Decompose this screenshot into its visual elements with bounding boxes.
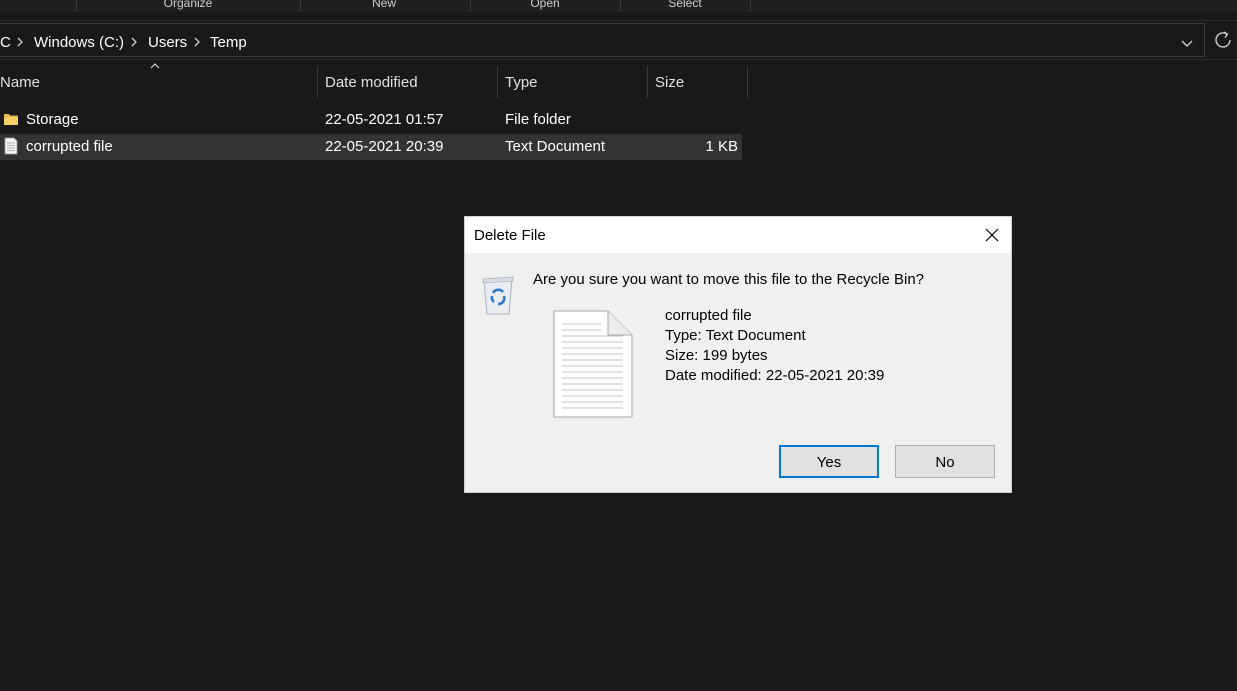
breadcrumb-this-pc[interactable]: C (0, 34, 11, 51)
chevron-right-icon[interactable] (192, 36, 202, 48)
ribbon-group-open: Open (530, 0, 560, 10)
ribbon-separator (750, 0, 751, 12)
ribbon-separator (620, 0, 621, 12)
column-header-name[interactable]: Name (0, 66, 317, 98)
ribbon-separator (470, 0, 471, 12)
dialog-titlebar[interactable]: Delete File (465, 217, 1011, 253)
dialog-question: Are you sure you want to move this file … (533, 271, 925, 288)
detail-date-modified: Date modified: 22-05-2021 20:39 (665, 367, 885, 384)
close-icon[interactable] (977, 223, 1007, 247)
column-header-size[interactable]: Size (648, 66, 747, 98)
yes-button[interactable]: Yes (779, 445, 879, 478)
chevron-right-icon[interactable] (129, 36, 139, 48)
no-button[interactable]: No (895, 445, 995, 478)
file-row[interactable]: Storage 22-05-2021 01:57 File folder (0, 107, 742, 133)
column-divider[interactable] (747, 66, 748, 98)
file-type: File folder (505, 111, 571, 128)
ribbon-group-new: New (371, 0, 396, 10)
column-header-name-label: Name (0, 74, 41, 91)
ribbon-separator (300, 0, 301, 12)
address-bar: C Windows (C:) Users Temp (0, 20, 1237, 60)
column-header-date-modified[interactable]: Date modified (318, 66, 497, 98)
ribbon-spacer (0, 12, 1237, 20)
file-name: Storage (26, 111, 79, 128)
file-size: 1 KB (705, 138, 738, 155)
delete-file-dialog: Delete File Are you sure you want to mov… (464, 216, 1012, 493)
ribbon-separator (76, 0, 77, 12)
ribbon: Organize New Open Select (0, 0, 1237, 12)
detail-file-name: corrupted file (665, 307, 752, 324)
detail-file-type: Type: Text Document (665, 327, 806, 344)
breadcrumb-temp[interactable]: Temp (210, 34, 247, 51)
ribbon-group-organize: Organize (163, 0, 213, 10)
file-row-selected[interactable]: corrupted file 22-05-2021 20:39 Text Doc… (0, 134, 742, 160)
text-file-icon (4, 137, 18, 155)
chevron-right-icon[interactable] (15, 36, 25, 48)
ribbon-group-select: Select (668, 0, 702, 10)
file-date: 22-05-2021 20:39 (325, 138, 444, 155)
chevron-down-icon[interactable] (1176, 32, 1198, 54)
file-date: 22-05-2021 01:57 (325, 111, 444, 128)
detail-file-size: Size: 199 bytes (665, 347, 768, 364)
breadcrumb-windows-c[interactable]: Windows (C:) (34, 34, 124, 51)
breadcrumb-users[interactable]: Users (148, 34, 187, 51)
column-header-size-label: Size (655, 74, 685, 91)
address-field[interactable]: C Windows (C:) Users Temp (0, 23, 1205, 57)
refresh-icon[interactable] (1212, 29, 1236, 51)
recycle-bin-icon (482, 276, 514, 315)
file-type: Text Document (505, 138, 606, 155)
file-name: corrupted file (26, 138, 113, 155)
dialog-title: Delete File (474, 227, 546, 244)
column-header-type-label: Type (505, 74, 538, 91)
column-header-type[interactable]: Type (498, 66, 647, 98)
text-document-icon (553, 310, 633, 418)
folder-icon (4, 114, 18, 125)
column-header-date-label: Date modified (325, 74, 418, 91)
file-details: corrupted file Type: Text Document Size:… (665, 306, 884, 386)
